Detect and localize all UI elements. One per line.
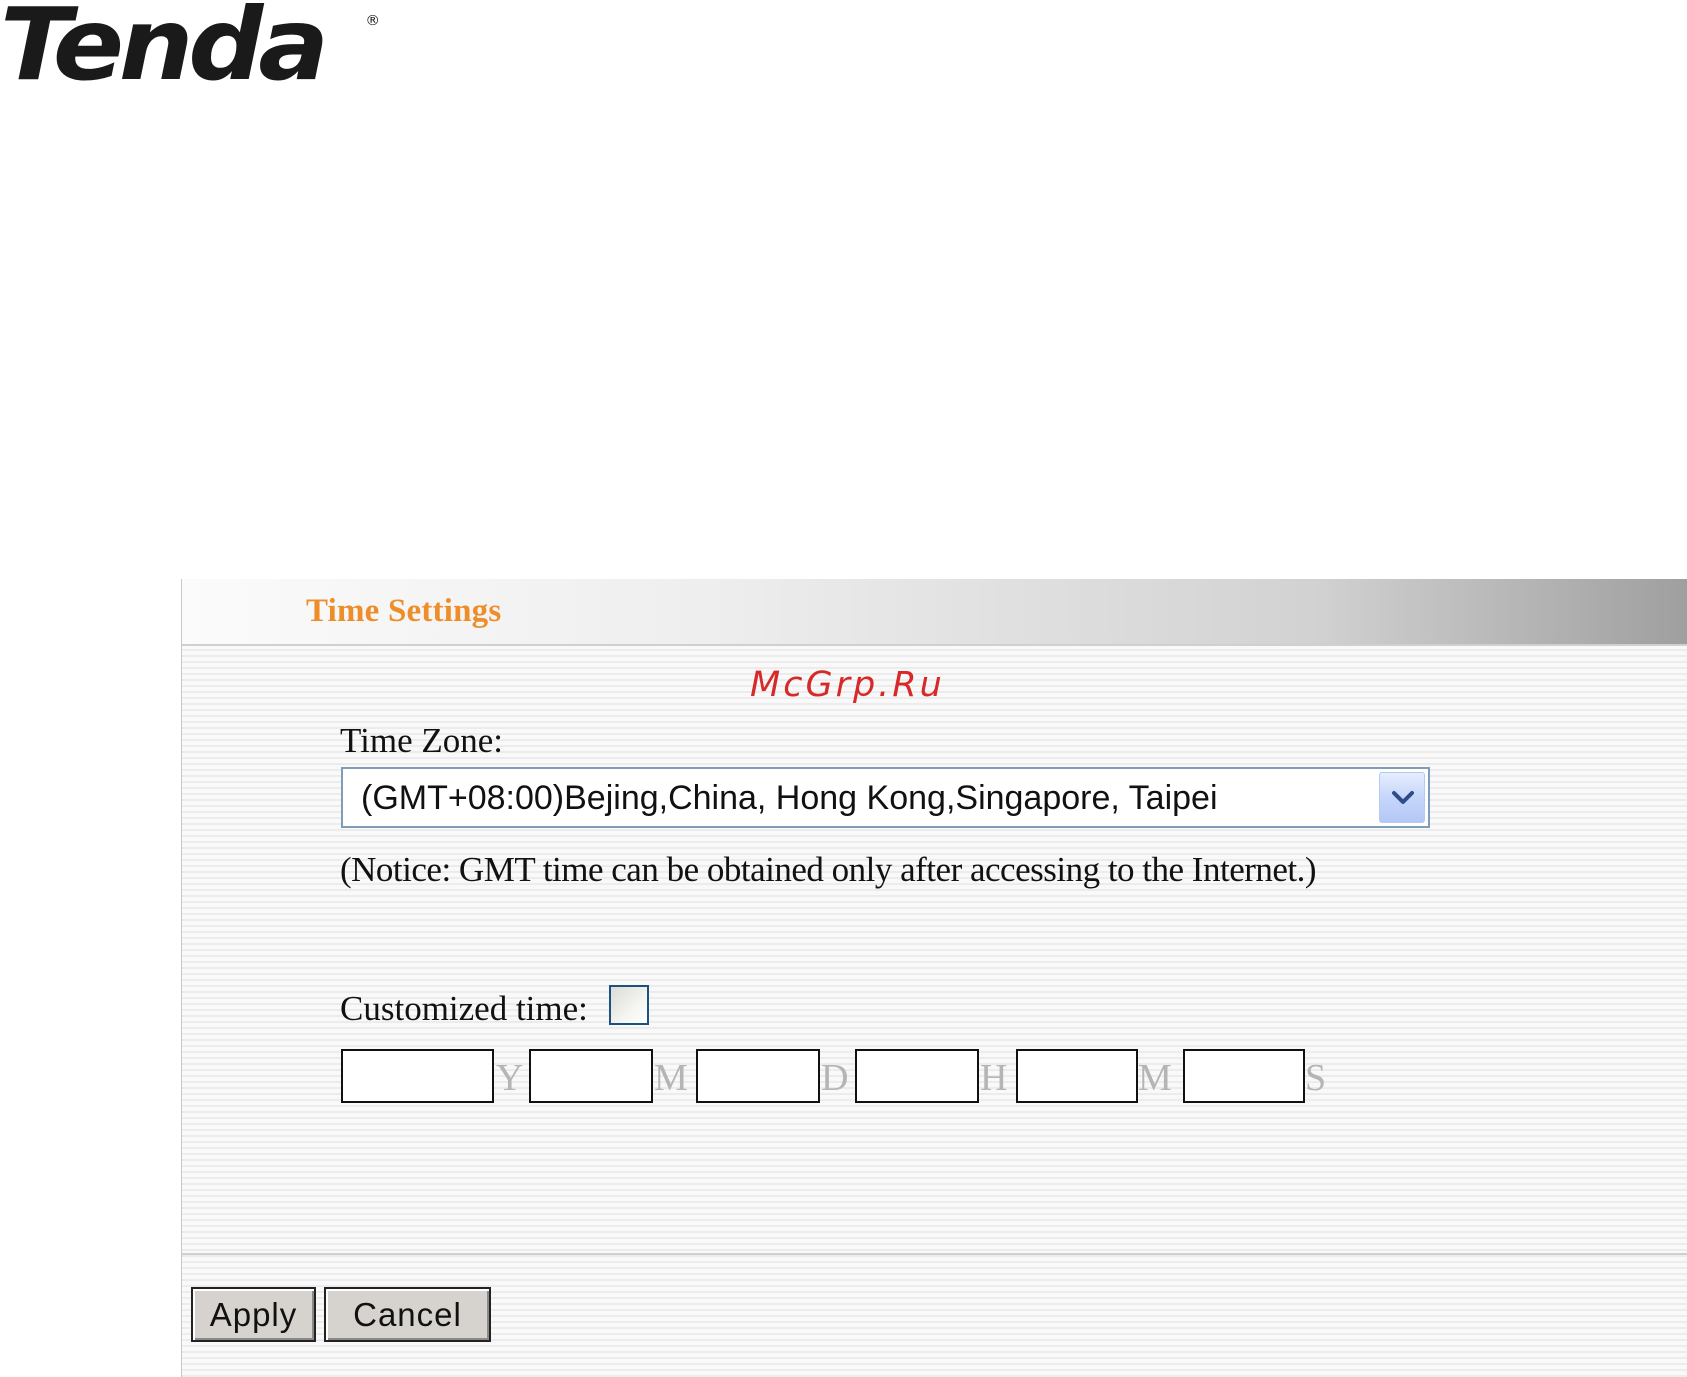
apply-button[interactable]: Apply: [191, 1287, 316, 1342]
gmt-notice: (Notice: GMT time can be obtained only a…: [340, 850, 1317, 889]
page-title: Time Settings: [306, 593, 502, 629]
year-input[interactable]: [341, 1049, 494, 1103]
dropdown-button[interactable]: [1379, 772, 1425, 823]
registered-mark: ®: [365, 13, 381, 29]
month-unit-label: M: [654, 1057, 688, 1099]
day-unit-label: D: [821, 1057, 849, 1099]
tenda-logo: Tenda ®: [0, 0, 380, 95]
chevron-down-icon: [1392, 791, 1414, 804]
panel-header: Time Settings: [182, 579, 1687, 646]
month-input[interactable]: [529, 1049, 653, 1103]
time-zone-label: Time Zone:: [340, 721, 504, 760]
day-input[interactable]: [696, 1049, 820, 1103]
time-zone-selected-value: (GMT+08:00)Bejing,China, Hong Kong,Singa…: [361, 779, 1218, 817]
year-unit-label: Y: [496, 1057, 524, 1099]
time-zone-select[interactable]: (GMT+08:00)Bejing,China, Hong Kong,Singa…: [341, 767, 1430, 828]
hour-input[interactable]: [855, 1049, 979, 1103]
minute-unit-label: M: [1138, 1057, 1172, 1099]
customized-time-label: Customized time:: [340, 989, 588, 1028]
second-input[interactable]: [1183, 1049, 1305, 1103]
logo-text: Tenda: [0, 0, 329, 103]
customized-time-checkbox[interactable]: [609, 985, 649, 1025]
cancel-button[interactable]: Cancel: [324, 1287, 491, 1342]
second-unit-label: S: [1305, 1057, 1327, 1099]
footer-divider: [181, 1253, 1687, 1255]
hour-unit-label: H: [980, 1057, 1008, 1099]
minute-input[interactable]: [1016, 1049, 1138, 1103]
watermark: McGrp.Ru: [750, 665, 945, 705]
